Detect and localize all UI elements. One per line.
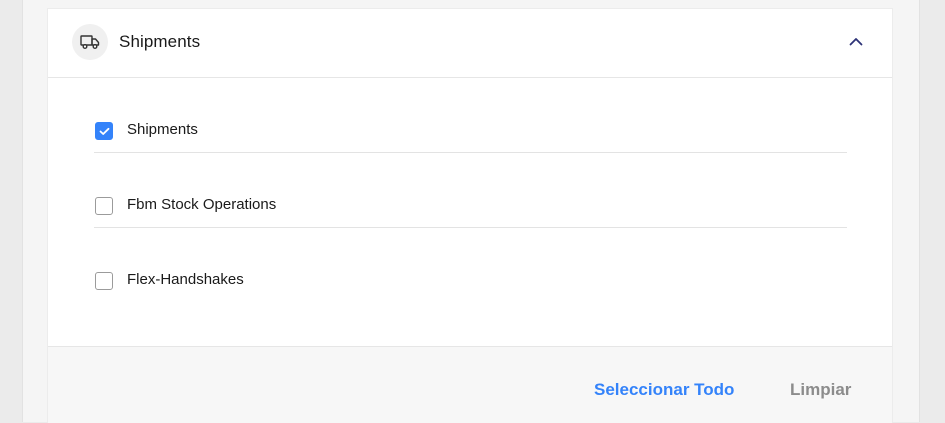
card-footer: Seleccionar Todo Limpiar (48, 346, 892, 423)
filter-card: Shipments Shipments Fbm Stock Operations (47, 8, 893, 423)
option-label: Flex-Handshakes (127, 271, 244, 288)
option-row-fbm-stock-operations[interactable]: Fbm Stock Operations (94, 153, 847, 228)
options-list: Shipments Fbm Stock Operations Flex-Hand… (94, 78, 847, 303)
flex-handshakes-checkbox[interactable] (95, 272, 113, 290)
shipments-checkbox[interactable] (95, 122, 113, 140)
select-all-button[interactable]: Seleccionar Todo (594, 380, 734, 400)
truck-icon (72, 24, 108, 60)
option-label: Fbm Stock Operations (127, 196, 277, 213)
section-header[interactable]: Shipments (48, 9, 892, 78)
clear-button[interactable]: Limpiar (790, 380, 851, 400)
option-row-shipments[interactable]: Shipments (94, 78, 847, 153)
page-background: Shipments Shipments Fbm Stock Operations (22, 0, 920, 423)
option-row-flex-handshakes[interactable]: Flex-Handshakes (94, 228, 847, 303)
section-title: Shipments (119, 32, 201, 51)
option-label: Shipments (127, 121, 198, 138)
chevron-up-icon[interactable] (848, 33, 864, 49)
fbm-stock-operations-checkbox[interactable] (95, 197, 113, 215)
